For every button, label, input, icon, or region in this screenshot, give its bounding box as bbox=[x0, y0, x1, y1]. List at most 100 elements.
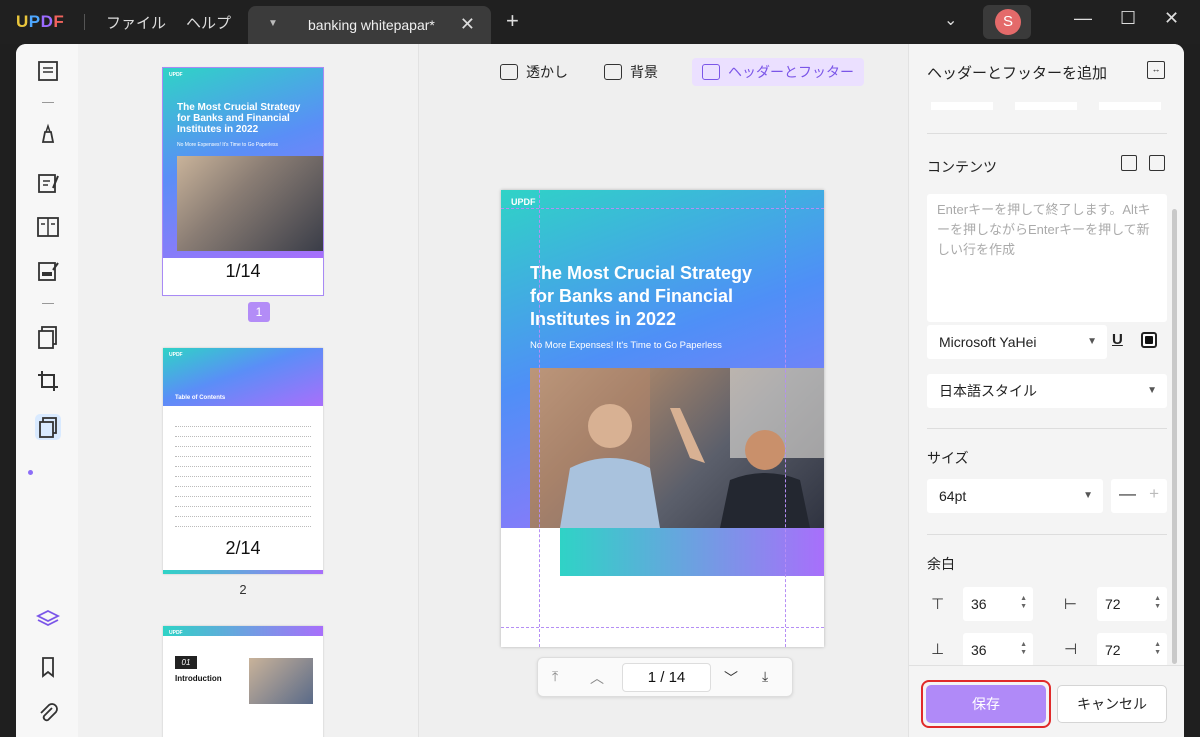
chevron-down-icon[interactable]: ⌄ bbox=[944, 10, 957, 30]
sign-icon[interactable] bbox=[35, 258, 61, 284]
menu-file[interactable]: ファイル bbox=[106, 12, 166, 33]
page-logo: UPDF bbox=[511, 197, 536, 207]
margin-left-input[interactable]: 72 ▲ ▼ bbox=[1097, 587, 1167, 621]
position-box[interactable] bbox=[931, 102, 993, 110]
account-button[interactable]: S bbox=[983, 5, 1031, 39]
size-select[interactable]: 64pt ▼ bbox=[927, 479, 1103, 513]
increase-icon[interactable]: + bbox=[1149, 484, 1159, 504]
edit-pdf-icon[interactable] bbox=[35, 170, 61, 196]
bookmark-icon[interactable] bbox=[35, 654, 61, 680]
toc-line bbox=[175, 436, 311, 437]
toc-line bbox=[175, 516, 311, 517]
logo-letter-u: U bbox=[16, 12, 29, 31]
background-icon bbox=[604, 64, 622, 80]
last-page-icon[interactable]: ⤓ bbox=[762, 668, 768, 685]
first-page-icon[interactable]: ⤒ bbox=[552, 668, 558, 685]
margin-top-input[interactable]: 36 ▲ ▼ bbox=[963, 587, 1033, 621]
thumbnail-page-1[interactable]: UPDF The Most Crucial Strategy for Banks… bbox=[162, 67, 324, 296]
content-textarea[interactable]: Enterキーを押して終了します。Altキーを押しながらEnterキーを押して新… bbox=[927, 194, 1167, 322]
underline-icon[interactable]: U bbox=[1112, 331, 1123, 348]
spinner-icon[interactable]: ▲ ▼ bbox=[1154, 595, 1161, 611]
thumbnail-page-2[interactable]: UPDF Table of Contents 2/14 bbox=[163, 348, 323, 574]
form-icon[interactable] bbox=[35, 214, 61, 240]
size-stepper[interactable]: — + bbox=[1111, 479, 1167, 513]
thumbnail-panel: UPDF The Most Crucial Strategy for Banks… bbox=[78, 44, 419, 737]
close-window-icon[interactable]: ✕ bbox=[1164, 8, 1179, 29]
margin-guide-left bbox=[539, 190, 540, 647]
position-box[interactable] bbox=[1015, 102, 1077, 110]
position-box[interactable] bbox=[1099, 102, 1161, 110]
cancel-button[interactable]: キャンセル bbox=[1057, 685, 1167, 723]
document-tab[interactable]: ▼ banking whitepapar* ✕ bbox=[248, 6, 491, 44]
size-value: 64pt bbox=[939, 488, 967, 504]
toc-line bbox=[175, 476, 311, 477]
color-swatch bbox=[1145, 336, 1153, 344]
reader-icon[interactable] bbox=[35, 58, 61, 84]
pdf-page[interactable]: UPDF The Most Crucial Strategy for Banks… bbox=[501, 190, 824, 647]
watermark-button[interactable]: 透かし bbox=[490, 58, 578, 86]
spinner-icon[interactable]: ▲ ▼ bbox=[1020, 641, 1027, 657]
spinner-icon[interactable]: ▲ ▼ bbox=[1154, 641, 1161, 657]
panel-divider bbox=[927, 534, 1167, 535]
size-label: サイズ bbox=[927, 450, 969, 466]
document-canvas: 透かし 背景 ヘッダーとフッター UPDF The Most Crucial S… bbox=[419, 44, 908, 737]
tab-title: banking whitepapar* bbox=[308, 17, 435, 33]
highlighter-icon[interactable] bbox=[35, 122, 61, 148]
total-pages: 14 bbox=[668, 669, 686, 686]
logo-letter-p: P bbox=[28, 12, 41, 31]
font-select[interactable]: Microsoft YaHei ▼ bbox=[927, 325, 1107, 359]
logo-letter-f: F bbox=[53, 12, 65, 31]
menu-help[interactable]: ヘルプ bbox=[186, 12, 231, 33]
cover-photo bbox=[530, 368, 824, 528]
watermark-icon bbox=[500, 64, 518, 80]
next-page-icon[interactable]: ﹀ bbox=[724, 668, 738, 688]
toc-line bbox=[175, 506, 311, 507]
decrease-icon[interactable]: — bbox=[1119, 484, 1136, 504]
chevron-down-icon: ▼ bbox=[1087, 336, 1097, 347]
color-picker[interactable] bbox=[1141, 332, 1157, 348]
current-page: 1 bbox=[647, 669, 657, 686]
toc-line bbox=[175, 496, 311, 497]
previous-page-icon[interactable]: ︿ bbox=[590, 668, 604, 688]
spinner-icon[interactable]: ▲ ▼ bbox=[1020, 595, 1027, 611]
page-tools-icon[interactable] bbox=[35, 414, 61, 440]
page-number-icon[interactable] bbox=[1149, 155, 1165, 171]
toc-line bbox=[175, 486, 311, 487]
thumbnail-page-3[interactable]: UPDF 01 Introduction bbox=[163, 626, 323, 737]
margin-bottom-icon: ⊥ bbox=[931, 641, 945, 658]
avatar: S bbox=[995, 9, 1021, 35]
minimize-icon[interactable]: — bbox=[1074, 8, 1092, 29]
toc-line bbox=[175, 426, 311, 427]
thumbnail-logo: UPDF bbox=[169, 72, 183, 78]
toc-title: Table of Contents bbox=[175, 395, 226, 401]
margin-right-input[interactable]: 72 ▲ ▼ bbox=[1097, 633, 1167, 667]
section-heading: Introduction bbox=[175, 674, 222, 683]
toc-line bbox=[175, 526, 311, 527]
thumbnail-title: The Most Crucial Strategy for Banks and … bbox=[177, 102, 301, 135]
margin-bottom-input[interactable]: 36 ▲ ▼ bbox=[963, 633, 1033, 667]
thumbnail-footer-band bbox=[163, 570, 323, 574]
header-footer-button[interactable]: ヘッダーとフッター bbox=[692, 58, 864, 86]
save-button[interactable]: 保存 bbox=[926, 685, 1046, 723]
active-indicator bbox=[28, 470, 33, 475]
calendar-icon[interactable] bbox=[1121, 155, 1137, 171]
layers-icon[interactable] bbox=[35, 607, 61, 633]
thumbnail-subtitle: No More Expenses! It's Time to Go Paperl… bbox=[177, 142, 278, 148]
page-number-input[interactable]: 1 / 14 bbox=[622, 663, 711, 692]
organize-pages-icon[interactable] bbox=[35, 324, 61, 350]
page-number-badge: 1 bbox=[248, 302, 270, 322]
panel-divider bbox=[927, 428, 1167, 429]
close-tab-icon[interactable]: ✕ bbox=[460, 14, 475, 35]
maximize-icon[interactable]: ☐ bbox=[1120, 8, 1136, 29]
photo-illustration bbox=[530, 368, 824, 528]
background-button[interactable]: 背景 bbox=[594, 58, 668, 86]
style-select[interactable]: 日本語スタイル ▼ bbox=[927, 374, 1167, 408]
background-label: 背景 bbox=[630, 64, 658, 80]
new-tab-icon[interactable]: + bbox=[506, 8, 519, 34]
title-divider bbox=[84, 14, 85, 30]
swap-icon[interactable]: ↔ bbox=[1147, 61, 1165, 79]
panel-scrollbar[interactable] bbox=[1172, 209, 1177, 664]
crop-icon[interactable] bbox=[35, 368, 61, 394]
attachment-icon[interactable] bbox=[35, 700, 61, 726]
tab-dropdown-icon[interactable]: ▼ bbox=[268, 18, 278, 29]
